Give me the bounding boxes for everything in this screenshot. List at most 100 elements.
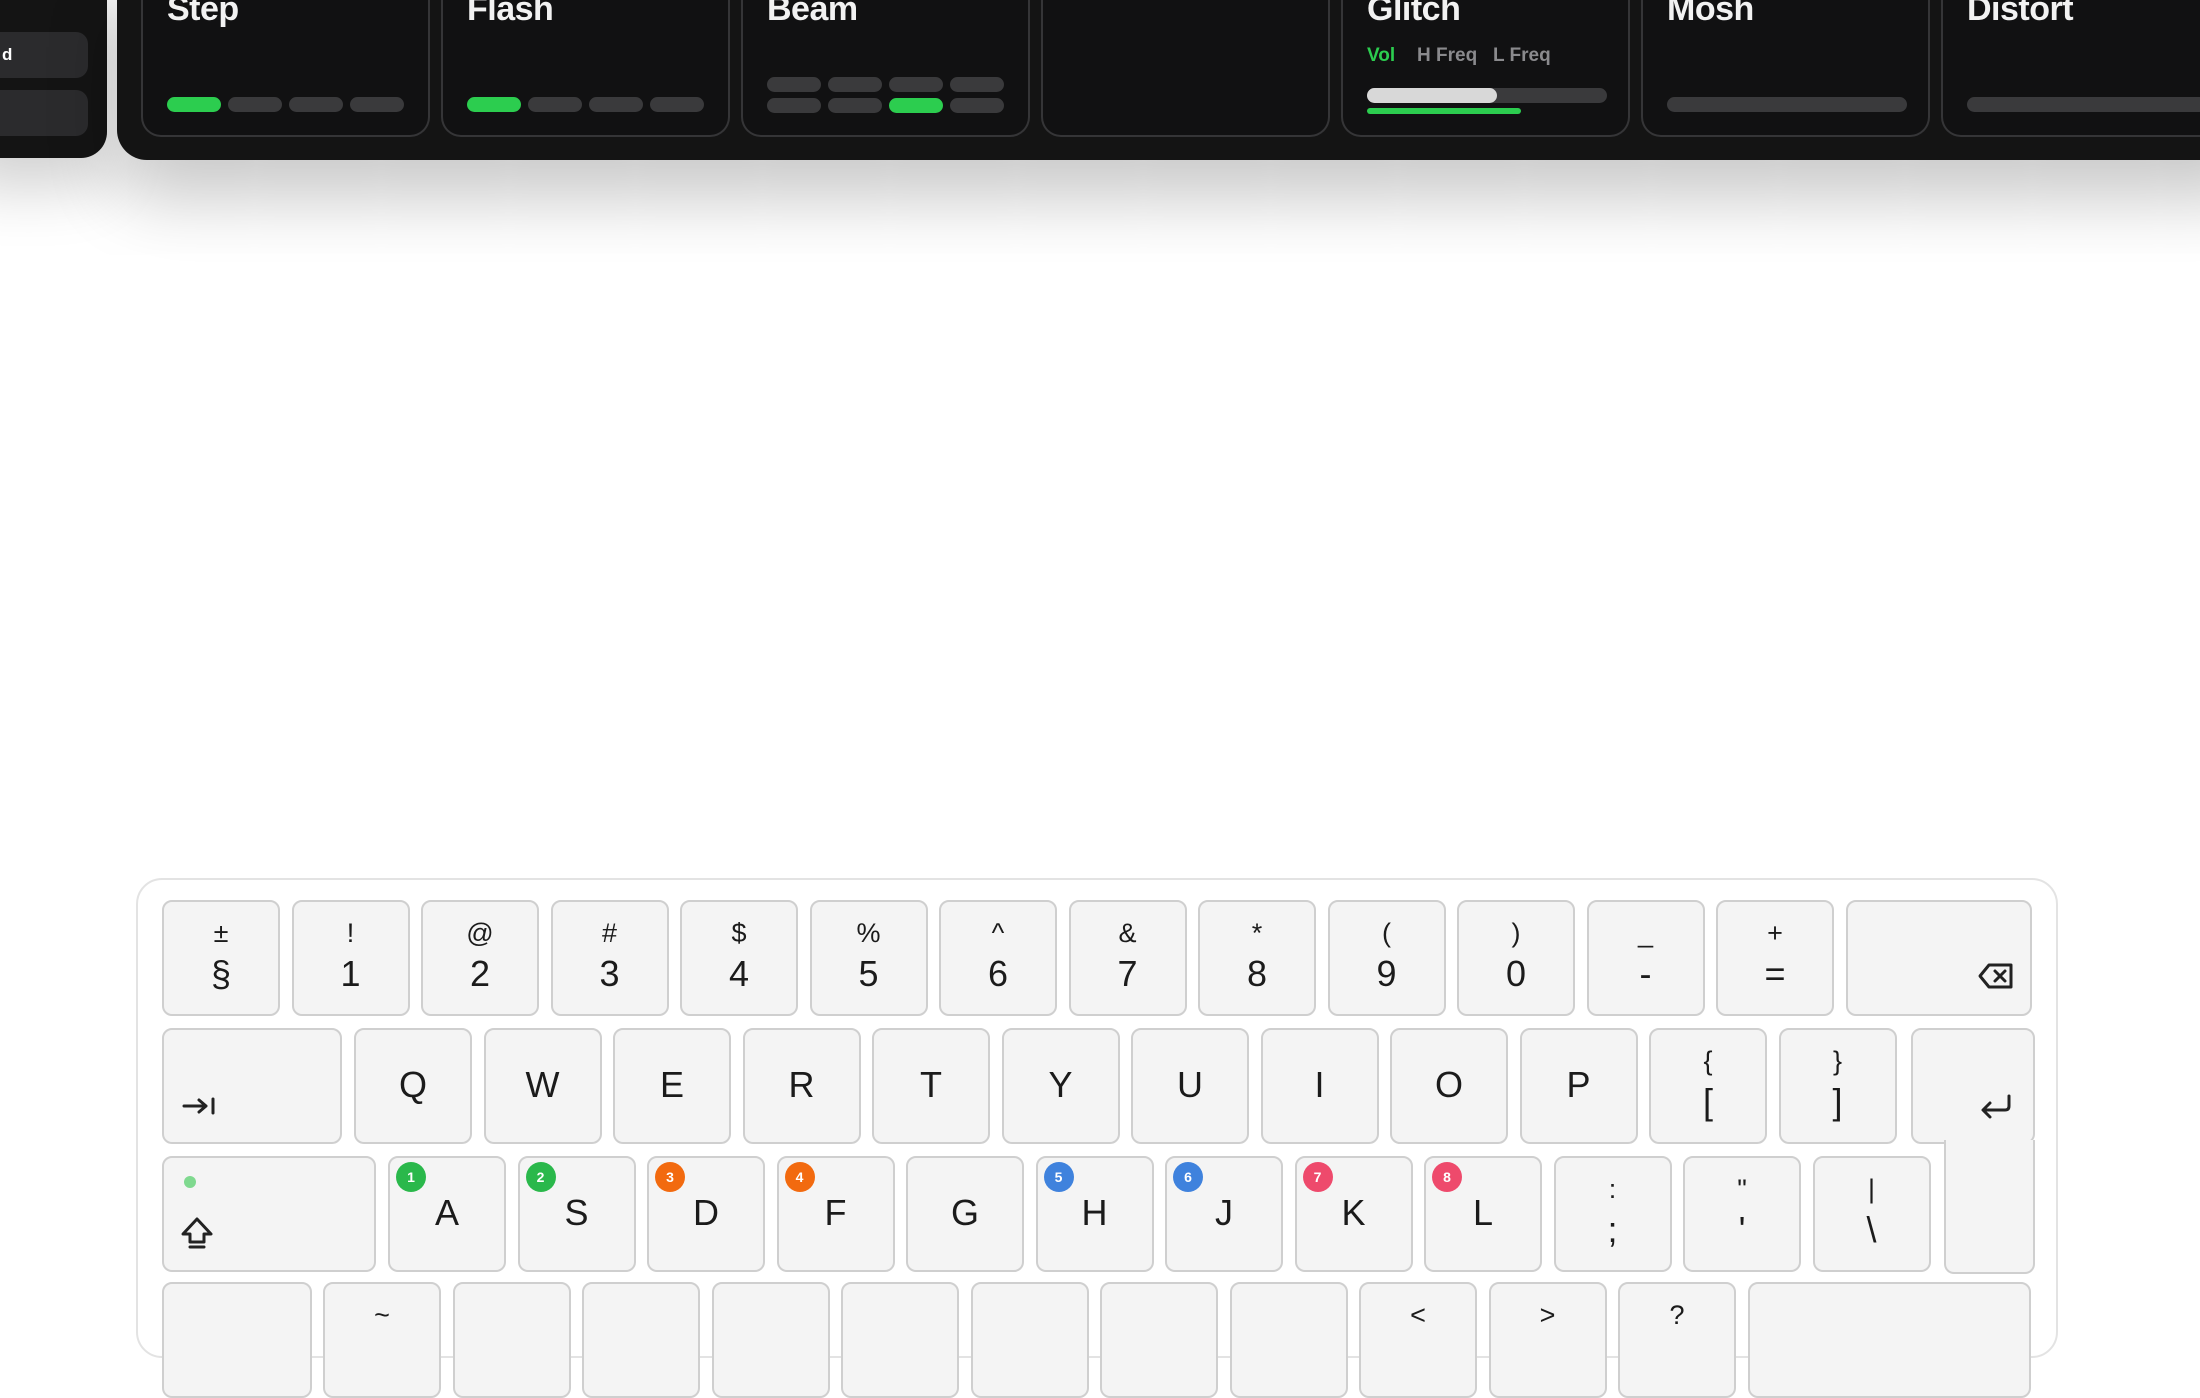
key-bottom-row[interactable] [452, 1282, 571, 1398]
key-bracket-right[interactable]: }] [1778, 1028, 1897, 1144]
key--[interactable]: _ - [1586, 900, 1705, 1016]
grid-cell[interactable] [767, 77, 821, 92]
key-5[interactable]: % 5 [809, 900, 928, 1016]
step-segment[interactable] [228, 97, 282, 112]
tab-key[interactable] [162, 1028, 342, 1144]
grid-cell[interactable] [767, 98, 821, 113]
step-segment[interactable] [589, 97, 643, 112]
key-shift-symbol: ^ [991, 918, 1005, 948]
step-segment[interactable] [289, 97, 343, 112]
key-3[interactable]: #3 [550, 900, 669, 1016]
key-bottom-row[interactable] [582, 1282, 700, 1398]
key-j[interactable]: J6 [1165, 1156, 1283, 1272]
key-e[interactable]: E [613, 1028, 731, 1144]
key-8[interactable]: * 8 [1198, 900, 1316, 1016]
key-0[interactable]: ) 0 [1457, 900, 1575, 1016]
key-w[interactable]: W [483, 1028, 602, 1144]
effects-panel: Step Flash Beam Glitch Vol H Freq L Freq Mosh Di… [117, 0, 2200, 160]
step-segment[interactable] [528, 97, 582, 112]
key-f[interactable]: F4 [776, 1156, 895, 1272]
key-g[interactable]: G [906, 1156, 1024, 1272]
key-bottom-row[interactable] [711, 1282, 830, 1398]
key-7[interactable]: & 7 [1068, 900, 1187, 1016]
key-a[interactable]: A1 [388, 1156, 506, 1272]
key-label: F [824, 1192, 847, 1233]
key-shift-symbol: _ [1637, 918, 1654, 948]
key-u[interactable]: U [1131, 1028, 1249, 1144]
step-segment[interactable] [650, 97, 704, 112]
slot-badge: 4 [784, 1162, 815, 1192]
key-p[interactable]: P [1519, 1028, 1638, 1144]
param-tab[interactable]: H Freq [1417, 45, 1477, 67]
step-segment[interactable] [350, 97, 404, 112]
grid-cell[interactable] [828, 98, 882, 113]
effect-card-flash[interactable]: Flash [441, 0, 730, 137]
key-6[interactable]: ^ 6 [939, 900, 1057, 1016]
key-bracket-left[interactable]: {[ [1649, 1028, 1767, 1144]
key-punct[interactable]: :; [1553, 1156, 1672, 1272]
key-i[interactable]: I [1260, 1028, 1379, 1144]
effect-card-beam[interactable]: Beam [741, 0, 1030, 137]
effect-card-step[interactable]: Step [141, 0, 430, 137]
key-1[interactable]: ! 1 [291, 900, 410, 1016]
key-l[interactable]: L8 [1424, 1156, 1542, 1272]
key-q[interactable]: Q [354, 1028, 472, 1144]
key-bottom-row[interactable] [970, 1282, 1089, 1398]
key-o[interactable]: O [1390, 1028, 1508, 1144]
key-label: 6 [987, 953, 1009, 994]
key-k[interactable]: K7 [1294, 1156, 1413, 1272]
key-9[interactable]: (9 [1327, 900, 1446, 1016]
key-label: 7 [1117, 953, 1138, 994]
key-label: I [1314, 1064, 1325, 1105]
key-bottom-row[interactable] [1100, 1282, 1218, 1398]
key-t[interactable]: T [872, 1028, 990, 1144]
key-h[interactable]: H5 [1035, 1156, 1154, 1272]
step-segment[interactable] [167, 97, 221, 112]
key-label: L [1472, 1192, 1494, 1233]
param-tab[interactable]: L Freq [1493, 45, 1551, 67]
effect-card-mosh[interactable]: Mosh [1641, 0, 1930, 137]
grid-cell[interactable] [950, 98, 1004, 113]
key-label: 5 [858, 953, 879, 994]
key-bottom-row[interactable]: ~ [323, 1282, 441, 1398]
key-d[interactable]: D3 [647, 1156, 765, 1272]
key-punct[interactable]: | \ [1812, 1156, 1931, 1272]
shift-key-left[interactable] [162, 1282, 312, 1398]
caps-lock-key[interactable] [162, 1156, 376, 1272]
step-segment[interactable] [467, 97, 521, 112]
grid-cell[interactable] [950, 77, 1004, 92]
effect-card-glitch[interactable]: Glitch Vol H Freq L Freq [1341, 0, 1630, 137]
key-§[interactable]: ± § [162, 900, 280, 1016]
key-bottom-row[interactable]: ? [1618, 1282, 1736, 1398]
key-shift-symbol: | [1867, 1174, 1875, 1204]
key-4[interactable]: $4 [680, 900, 798, 1016]
key-=[interactable]: + = [1716, 900, 1834, 1016]
side-button-2[interactable]: d [0, 32, 88, 78]
effect-card-empty[interactable] [1041, 0, 1330, 137]
grid-cell[interactable] [889, 98, 943, 113]
key-2[interactable]: @2 [421, 900, 539, 1016]
key-r[interactable]: R [742, 1028, 861, 1144]
key-punct[interactable]: " ' [1683, 1156, 1801, 1272]
backspace-key[interactable] [1845, 900, 2032, 1016]
grid-cell[interactable] [828, 77, 882, 92]
grid-cell[interactable] [889, 77, 943, 92]
key-bottom-row[interactable] [841, 1282, 959, 1398]
key-shift-symbol: ) [1511, 918, 1521, 948]
effect-slider[interactable] [1967, 97, 2200, 112]
key-label: 9 [1376, 953, 1397, 994]
param-tab[interactable]: Vol [1367, 45, 1395, 67]
side-button-3[interactable] [0, 90, 88, 136]
effect-slider[interactable] [1667, 97, 1907, 112]
shift-key-right[interactable] [1747, 1282, 2031, 1398]
key-bottom-row[interactable]: < [1359, 1282, 1477, 1398]
key-label: P [1566, 1064, 1591, 1105]
effect-card-distort[interactable]: Distort [1941, 0, 2200, 137]
key-y[interactable]: Y [1001, 1028, 1120, 1144]
key-s[interactable]: S2 [517, 1156, 636, 1272]
key-label: 1 [340, 953, 361, 994]
return-key[interactable] [1911, 1028, 2035, 1144]
key-bottom-row[interactable]: > [1488, 1282, 1607, 1398]
return-key-lower[interactable] [1944, 1140, 2035, 1274]
key-bottom-row[interactable] [1229, 1282, 1348, 1398]
